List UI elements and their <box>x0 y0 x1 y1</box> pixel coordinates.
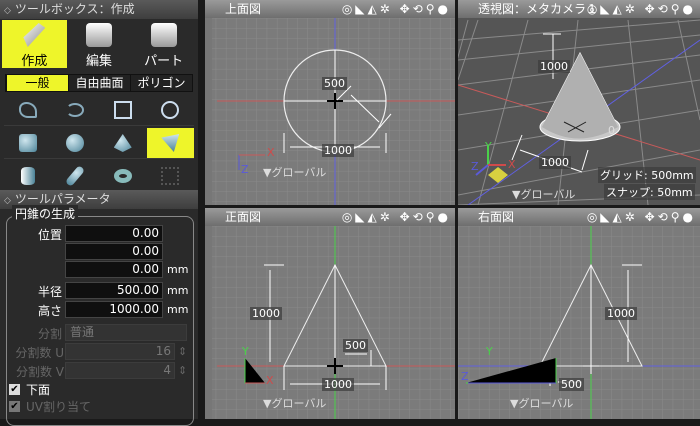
axis-y-label: Y <box>485 140 492 153</box>
toolbox-header[interactable]: ◇ツールボックス：作成 <box>0 0 198 19</box>
axis-x-label: X <box>508 158 516 171</box>
div-v-field[interactable]: 4 <box>65 362 175 379</box>
collapse-icon[interactable]: ◇ <box>4 196 11 206</box>
tab-create[interactable]: 作成 <box>2 20 67 68</box>
subtab-freeform[interactable]: 自由曲面 <box>68 75 130 91</box>
div-v-label: 分割数 V <box>16 363 64 380</box>
coordinate-menu[interactable]: ▼グローバル <box>263 164 326 180</box>
position-z-field[interactable]: 0.00 <box>65 261 163 278</box>
capsule-icon[interactable] <box>52 161 100 192</box>
toolbox-panel: ◇ツールボックス：作成 作成 編集 パート 一般 自由曲面 ポリゴン <box>0 0 198 190</box>
height-dimension: 1000 <box>250 307 282 320</box>
coordinate-menu[interactable]: ▼グローバル <box>263 395 326 411</box>
view-tools-icon[interactable]: ◎◣◭✲ ✥⟲⚲● <box>342 208 451 226</box>
cone-icon[interactable] <box>147 128 195 159</box>
folder-icon <box>151 23 177 47</box>
group-title: 円錐の生成 <box>12 205 78 222</box>
axis-z-label: Z <box>461 370 469 383</box>
view-menu[interactable]: 正面図 <box>225 208 261 226</box>
front-view[interactable]: 正面図 ◎◣◭✲ ✥⟲⚲● 1000 500 1000 Y X ▼グローバル <box>205 208 455 419</box>
coordinate-menu[interactable]: ▼グローバル <box>510 395 573 411</box>
position-y-field[interactable]: 0.00 <box>65 243 163 260</box>
stepper-icon[interactable]: ⇕ <box>178 345 187 358</box>
view-tools-icon[interactable]: ◎◣◭✲ ✥⟲⚲● <box>587 0 696 18</box>
axis-x-label: X <box>267 146 275 159</box>
zero-label: 0 <box>608 124 615 137</box>
perspective-view[interactable]: 透視図：メタカメラ１◎◣◭✲ ✥⟲⚲● 1000 1000 0 グリッド: 50… <box>458 0 700 205</box>
collapse-icon[interactable]: ◇ <box>4 6 11 16</box>
unit-label: mm <box>167 263 188 276</box>
div-u-label: 分割数 U <box>15 344 64 361</box>
radius-label: 半径 <box>38 283 62 300</box>
radius-field[interactable]: 500.00 <box>65 282 163 299</box>
pyramid-icon[interactable] <box>99 128 147 159</box>
view-tools-icon[interactable]: ◎◣◭✲ ✥⟲⚲● <box>342 0 451 18</box>
diameter-dimension: 1000 <box>322 144 354 157</box>
height-label: 高さ <box>38 302 62 319</box>
unit-label: mm <box>167 284 188 297</box>
top-view[interactable]: 上面図 ◎◣◭✲ ✥⟲⚲● 500 1000 X Z ▼グローバル <box>205 0 455 205</box>
diameter-dimension: 1000 <box>322 378 354 391</box>
tool-parameters-panel: ◇ツールパラメータ 円錐の生成 位置0.00 0.00 0.00mm 半径500… <box>0 190 198 419</box>
grid-size: グリッド: 500mm <box>598 167 696 183</box>
axis-z-label: Z <box>241 163 249 176</box>
tab-parts[interactable]: パート <box>131 20 196 68</box>
height-dimension: 1000 <box>605 307 637 320</box>
pen-icon <box>23 23 45 47</box>
circle-icon[interactable] <box>147 95 195 126</box>
axis-z-label: Z <box>471 160 479 173</box>
axis-y-label: Y <box>486 345 493 358</box>
position-x-field[interactable]: 0.00 <box>65 225 163 242</box>
stepper-icon[interactable]: ⇕ <box>178 364 187 377</box>
view-menu[interactable]: 右面図 <box>478 208 514 226</box>
subtab-general[interactable]: 一般 <box>6 75 68 91</box>
right-view[interactable]: 右面図 ◎◣◭✲ ✥⟲⚲● 1000 500 Y Z ▼グローバル <box>458 208 700 419</box>
diameter-dimension: 1000 <box>539 156 571 169</box>
subtab-polygon[interactable]: ポリゴン <box>130 75 192 91</box>
tab-edit[interactable]: 編集 <box>67 20 132 68</box>
box-icon[interactable] <box>4 128 52 159</box>
radius-dimension: 500 <box>322 77 347 90</box>
perspective-header: 透視図：メタカメラ１◎◣◭✲ ✥⟲⚲● <box>458 0 700 18</box>
right-view-header: 右面図 ◎◣◭✲ ✥⟲⚲● <box>458 208 700 226</box>
division-select[interactable]: 普通 <box>65 324 187 341</box>
uv-label: UV割り当て <box>26 398 224 416</box>
axis-x-label: X <box>266 374 274 387</box>
snap-size: スナップ: 50mm <box>604 184 695 200</box>
height-dimension: 1000 <box>538 60 570 73</box>
position-label: 位置 <box>38 226 62 243</box>
radius-dimension: 500 <box>559 378 584 391</box>
view-menu[interactable]: 透視図：メタカメラ１ <box>478 0 598 18</box>
bottom-checkbox[interactable]: ✔ <box>9 384 20 395</box>
eraser-icon <box>86 23 112 47</box>
bottom-label: 下面 <box>26 381 224 399</box>
height-field[interactable]: 1000.00 <box>65 301 163 318</box>
null-box-icon[interactable] <box>147 161 195 192</box>
closed-curve-icon[interactable] <box>52 95 100 126</box>
axis-y-label: Y <box>242 345 249 358</box>
view-tools-icon[interactable]: ◎◣◭✲ ✥⟲⚲● <box>587 208 696 226</box>
coordinate-menu[interactable]: ▼グローバル <box>512 186 575 202</box>
unit-label: mm <box>167 303 188 316</box>
view-menu[interactable]: 上面図 <box>225 0 261 18</box>
rectangle-icon[interactable] <box>99 95 147 126</box>
division-label: 分割 <box>38 325 62 342</box>
cylinder-icon[interactable] <box>4 161 52 192</box>
uv-checkbox[interactable]: ✔ <box>9 401 20 412</box>
div-u-field[interactable]: 16 <box>65 343 175 360</box>
front-view-header: 正面図 ◎◣◭✲ ✥⟲⚲● <box>205 208 455 226</box>
sphere-icon[interactable] <box>52 128 100 159</box>
radius-dimension: 500 <box>343 339 368 352</box>
top-view-header: 上面図 ◎◣◭✲ ✥⟲⚲● <box>205 0 455 18</box>
open-curve-icon[interactable] <box>4 95 52 126</box>
torus-icon[interactable] <box>99 161 147 192</box>
